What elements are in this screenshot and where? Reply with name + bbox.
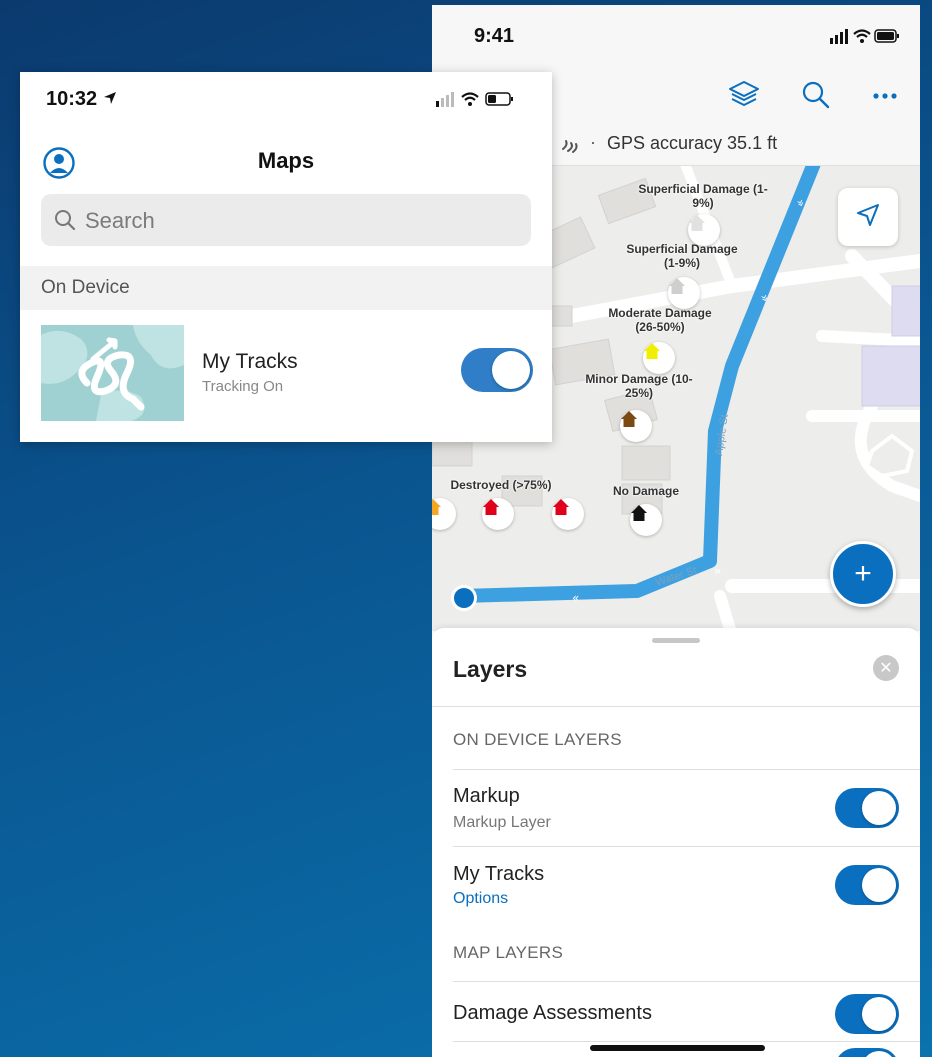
- battery-icon: [485, 92, 513, 106]
- search-icon[interactable]: [798, 77, 834, 113]
- toggle-knob: [862, 997, 896, 1031]
- navigation-arrow-icon: [855, 202, 881, 233]
- status-icons: [830, 27, 900, 50]
- maps-screen: 10:32 Maps Search On Device My Tracks Tr…: [20, 72, 552, 442]
- gps-accuracy-text: GPS accuracy 35.1 ft: [607, 133, 778, 153]
- svg-text:»: »: [714, 564, 721, 578]
- divider: [453, 769, 920, 770]
- my-tracks-layer-toggle[interactable]: [835, 865, 899, 905]
- section-header-on-device: On Device: [20, 266, 552, 310]
- wifi-icon: [461, 92, 479, 106]
- layers-icon[interactable]: [726, 77, 762, 113]
- signal-icon: [830, 29, 848, 44]
- location-arrow-icon: [103, 92, 116, 104]
- map-thumbnail: [41, 325, 184, 421]
- map-label-destroyed: Destroyed (>75%): [450, 478, 552, 492]
- tracking-toggle[interactable]: [461, 348, 533, 392]
- signal-icon: [436, 92, 454, 107]
- damage-marker-moderate[interactable]: [643, 342, 675, 374]
- status-time-text: 10:32: [46, 88, 98, 110]
- search-icon: [53, 208, 77, 237]
- more-icon[interactable]: [868, 77, 904, 113]
- layer-toggle[interactable]: [835, 1048, 899, 1057]
- options-link[interactable]: Options: [453, 890, 508, 908]
- map-label-no-damage: No Damage: [612, 484, 680, 498]
- layer-row-title: Markup: [453, 785, 520, 807]
- damage-marker-minor[interactable]: [620, 410, 652, 442]
- map-label-minor: Minor Damage (10-25%): [585, 372, 693, 400]
- divider: [453, 981, 920, 982]
- map-status: Tracking On: [202, 378, 284, 395]
- search-input[interactable]: [83, 204, 517, 238]
- divider: [432, 706, 920, 707]
- layers-title: Layers: [453, 656, 528, 682]
- toggle-knob: [862, 1051, 896, 1057]
- toggle-knob: [492, 351, 530, 389]
- status-time: 9:41: [474, 25, 515, 47]
- home-indicator[interactable]: [590, 1045, 765, 1051]
- divider: [453, 846, 920, 847]
- layer-row-title: Damage Assessments: [453, 1002, 652, 1024]
- status-icons: [436, 90, 534, 113]
- damage-marker-destroyed[interactable]: [482, 498, 514, 530]
- section-header-on-device: ON DEVICE LAYERS: [453, 730, 622, 749]
- locate-button[interactable]: [838, 188, 898, 246]
- markup-layer-toggle[interactable]: [835, 788, 899, 828]
- status-time: 10:32: [46, 88, 117, 111]
- page-title: Maps: [257, 148, 315, 173]
- toggle-knob: [862, 868, 896, 902]
- track-icon: [560, 135, 580, 160]
- map-label-superficial-2: Superficial Damage (1-9%): [626, 242, 738, 270]
- damage-assessments-layer-toggle[interactable]: [835, 994, 899, 1034]
- map-label-moderate: Moderate Damage (26-50%): [608, 306, 712, 334]
- search-field[interactable]: [41, 194, 531, 246]
- damage-marker-superficial[interactable]: [688, 214, 720, 246]
- layer-row-title: My Tracks: [453, 863, 545, 885]
- damage-marker-no-damage[interactable]: [630, 504, 662, 536]
- section-header-map-layers: MAP LAYERS: [453, 943, 564, 962]
- map-label-superficial-1: Superficial Damage (1-9%): [638, 182, 768, 210]
- list-item-my-tracks[interactable]: My Tracks Tracking On: [20, 310, 552, 442]
- battery-icon: [874, 29, 899, 43]
- add-feature-button[interactable]: +: [830, 541, 896, 607]
- sheet-grabber[interactable]: [652, 638, 700, 643]
- section-label: On Device: [41, 277, 130, 298]
- map-title: My Tracks: [202, 350, 298, 373]
- damage-marker-destroyed[interactable]: [552, 498, 584, 530]
- wifi-icon: [853, 29, 871, 43]
- svg-text:«: «: [572, 591, 579, 605]
- close-icon[interactable]: ✕: [873, 655, 899, 681]
- gps-separator: ·: [590, 132, 596, 152]
- layers-sheet: Layers ✕ ON DEVICE LAYERS Markup Markup …: [432, 628, 920, 1057]
- damage-marker-superficial[interactable]: [668, 277, 700, 309]
- status-bar: 9:41: [432, 5, 920, 67]
- divider: [453, 1041, 920, 1042]
- layer-row-subtitle: Markup Layer: [453, 814, 551, 831]
- toggle-knob: [862, 791, 896, 825]
